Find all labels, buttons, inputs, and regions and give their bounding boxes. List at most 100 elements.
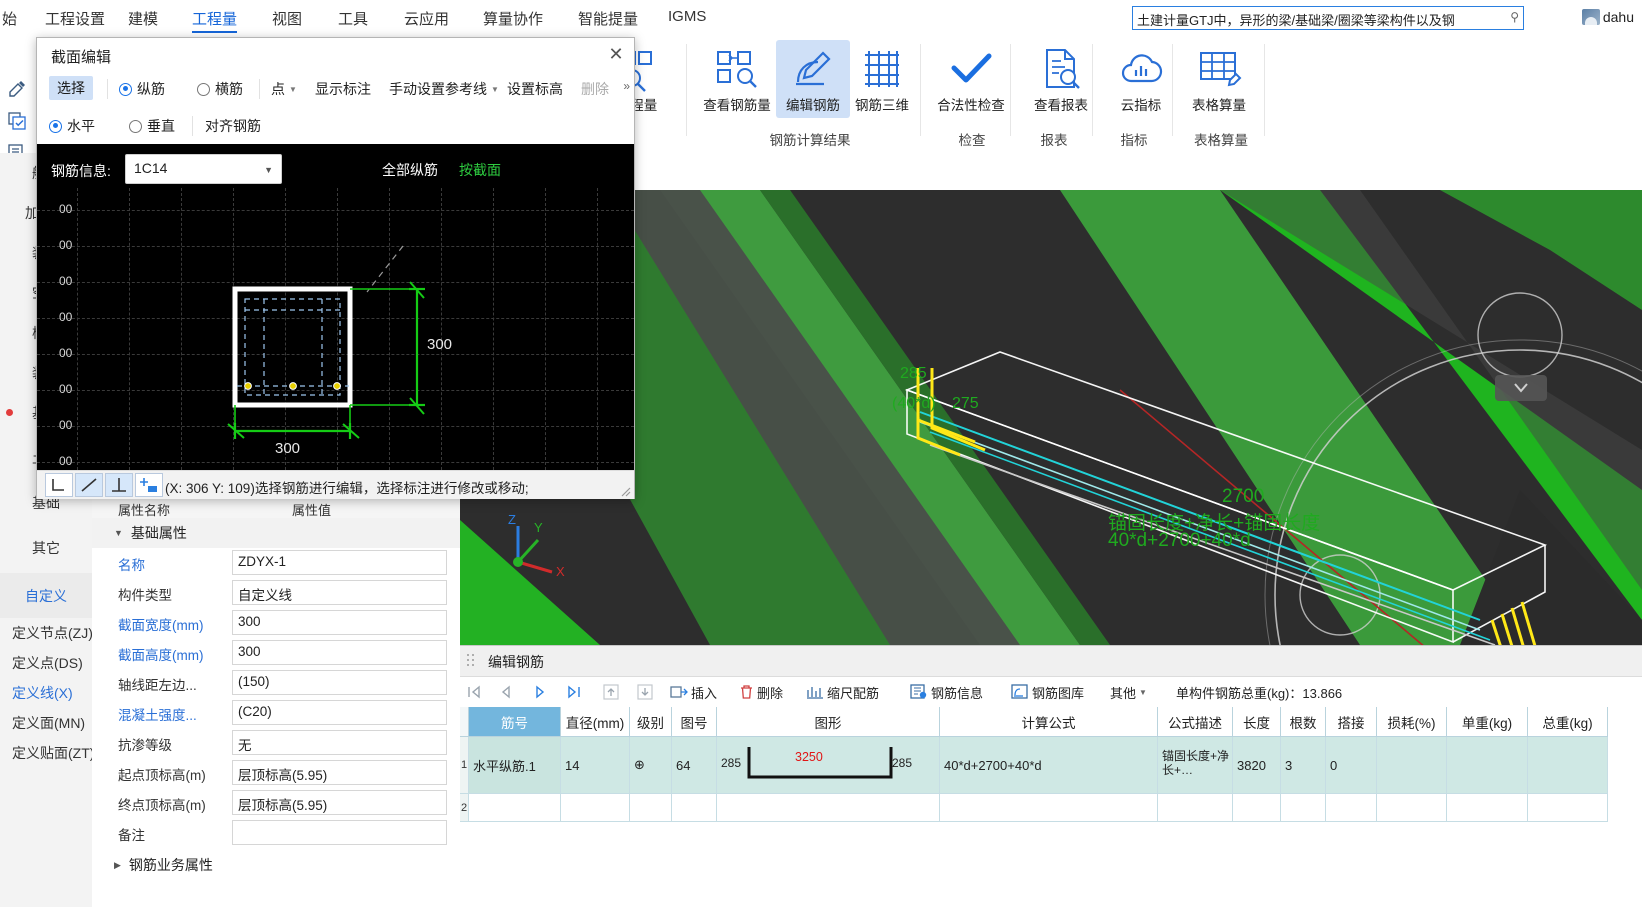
by-section-link[interactable]: 按截面 xyxy=(459,160,501,180)
menu-item-2[interactable]: 建模 xyxy=(128,8,158,29)
ortho-icon[interactable] xyxy=(45,473,73,497)
table-header-1[interactable]: 直径(mm) xyxy=(561,707,630,737)
user-account[interactable]: dahu xyxy=(1581,6,1634,28)
sidebar-item-define-overlay[interactable]: 定义贴面(ZT) xyxy=(0,738,94,768)
menu-item-6[interactable]: 云应用 xyxy=(404,8,449,29)
select-tool-button[interactable]: 选择 xyxy=(49,76,93,100)
snap-icon[interactable] xyxy=(135,473,163,497)
radio-horizontal[interactable]: 水平 xyxy=(49,116,95,136)
property-value-component-type[interactable]: 自定义线 xyxy=(232,580,447,605)
menu-item-8[interactable]: 智能提量 xyxy=(578,8,638,29)
rebar-library-button[interactable]: 钢筋图库 xyxy=(1011,681,1084,703)
rebar-table[interactable]: 筋号 直径(mm) 级别 图号 图形 计算公式 公式描述 长度 根数 搭接 损耗… xyxy=(460,707,1642,907)
table-cell-grade[interactable]: ⊕ xyxy=(630,737,672,794)
menu-item-7[interactable]: 算量协作 xyxy=(483,8,543,29)
close-icon[interactable]: ✕ xyxy=(604,42,628,66)
eyedropper-icon[interactable] xyxy=(6,78,28,100)
menu-item-3[interactable]: 工程量 xyxy=(192,8,238,33)
sidebar-item-define-node[interactable]: 定义节点(ZJ) xyxy=(0,618,93,648)
table-cell-empty[interactable] xyxy=(561,794,630,822)
table-cell-diameter[interactable]: 14 xyxy=(561,737,630,794)
section-canvas[interactable]: 00 00 00 00 00 00 00 00 300 300 xyxy=(37,188,634,470)
drag-grip-icon[interactable] xyxy=(467,654,476,668)
table-cell-rebar-no[interactable]: 水平纵筋.1 xyxy=(469,737,561,794)
ribbon-button-rebar-3d[interactable]: 钢筋三维 xyxy=(845,40,919,118)
table-cell-empty[interactable] xyxy=(717,794,940,822)
property-value-section-width[interactable]: 300 xyxy=(232,610,447,635)
move-down-icon[interactable] xyxy=(636,681,654,703)
property-value-section-height[interactable]: 300 xyxy=(232,640,447,665)
table-cell-formula-desc[interactable]: 锚固长度+净长+… xyxy=(1158,737,1233,794)
menu-item-5[interactable]: 工具 xyxy=(338,8,368,29)
search-icon[interactable]: ⚲ xyxy=(1510,10,1519,24)
table-cell-empty[interactable] xyxy=(1233,794,1281,822)
property-value-end-elevation[interactable]: 层顶标高(5.95) xyxy=(232,790,447,815)
scale-rebar-button[interactable]: 缩尺配筋 xyxy=(806,681,879,703)
property-value-name[interactable]: ZDYX-1 xyxy=(232,550,447,575)
table-header-8[interactable]: 根数 xyxy=(1281,707,1326,737)
table-cell-empty[interactable] xyxy=(672,794,717,822)
delete-row-button[interactable]: 删除 xyxy=(739,681,783,703)
rebar-info-button[interactable]: 钢筋信息 xyxy=(910,681,983,703)
table-cell-figure-no[interactable]: 64 xyxy=(672,737,717,794)
manual-ref-line-button[interactable]: 手动设置参考线 ▼ xyxy=(389,79,499,99)
table-cell-length[interactable]: 3820 xyxy=(1233,737,1281,794)
table-cell-empty[interactable] xyxy=(469,794,561,822)
table-cell-formula[interactable]: 40*d+2700+40*d xyxy=(940,737,1158,794)
search-input[interactable]: 土建计量GTJ中，异形的梁/基础梁/圈梁等梁构件以及钢 ⚲ xyxy=(1132,6,1524,30)
other-menu-button[interactable]: 其他 ▼ xyxy=(1110,681,1147,703)
table-cell-count[interactable]: 3 xyxy=(1281,737,1326,794)
ribbon-button-cloud-index[interactable]: 云指标 xyxy=(1104,40,1178,118)
property-group-basic[interactable]: ▼ 基础属性 xyxy=(92,518,460,548)
point-mode-dropdown[interactable]: 点 ▼ xyxy=(271,79,297,99)
table-cell-empty[interactable] xyxy=(1326,794,1377,822)
table-cell-empty[interactable] xyxy=(940,794,1158,822)
table-header-9[interactable]: 搭接 xyxy=(1326,707,1377,737)
section-edit-dialog[interactable]: 截面编辑 ✕ 选择 纵筋 横筋 点 ▼ 显示标注 手动设置参考线 ▼ 设置标高 … xyxy=(36,37,635,499)
first-page-icon[interactable] xyxy=(466,681,482,703)
property-value-axis-offset[interactable]: (150) xyxy=(232,670,447,695)
property-group-rebar[interactable]: ▶ 钢筋业务属性 xyxy=(92,850,460,880)
table-cell-empty[interactable] xyxy=(1528,794,1608,822)
property-value-impermeability[interactable]: 无 xyxy=(232,730,447,755)
table-header-2[interactable]: 级别 xyxy=(630,707,672,737)
table-cell-lap[interactable]: 0 xyxy=(1326,737,1377,794)
line-icon[interactable] xyxy=(75,473,103,497)
ribbon-button-edit-rebar[interactable]: 编辑钢筋 xyxy=(776,40,850,118)
table-cell-empty[interactable] xyxy=(1377,794,1447,822)
table-cell-unit-weight[interactable] xyxy=(1447,737,1528,794)
sidebar-group-custom[interactable]: 自定义 xyxy=(0,573,92,618)
table-cell-total-weight[interactable] xyxy=(1528,737,1608,794)
sidebar-item-9[interactable]: 其它 xyxy=(0,528,92,568)
table-header-4[interactable]: 图形 xyxy=(717,707,940,737)
table-header-0[interactable]: 筋号 xyxy=(469,707,561,737)
table-header-12[interactable]: 总重(kg) xyxy=(1528,707,1608,737)
table-header-3[interactable]: 图号 xyxy=(672,707,717,737)
table-cell-empty[interactable] xyxy=(630,794,672,822)
rebar-info-select[interactable]: 1C14 ▼ xyxy=(125,154,282,184)
resize-grip-icon[interactable] xyxy=(619,485,631,497)
radio-longitudinal-rebar[interactable]: 纵筋 xyxy=(119,79,165,99)
menu-item-0[interactable]: 始 xyxy=(2,8,17,29)
table-cell-empty[interactable] xyxy=(1447,794,1528,822)
property-value-start-elevation[interactable]: 层顶标高(5.95) xyxy=(232,760,447,785)
property-value-remark[interactable] xyxy=(232,820,447,845)
insert-row-button[interactable]: 插入 xyxy=(670,681,717,703)
expand-more-icon[interactable]: » xyxy=(623,79,630,93)
table-cell-empty[interactable] xyxy=(1158,794,1233,822)
menu-item-1[interactable]: 工程设置 xyxy=(45,8,105,29)
table-cell-loss[interactable] xyxy=(1377,737,1447,794)
radio-vertical[interactable]: 垂直 xyxy=(129,116,175,136)
set-elevation-button[interactable]: 设置标高 xyxy=(507,79,563,99)
table-cell-shape[interactable]: 285 285 3250 xyxy=(717,737,940,794)
table-header-11[interactable]: 单重(kg) xyxy=(1447,707,1528,737)
show-annotation-button[interactable]: 显示标注 xyxy=(315,79,371,99)
move-up-icon[interactable] xyxy=(602,681,620,703)
sidebar-item-define-face[interactable]: 定义面(MN) xyxy=(0,708,92,738)
next-page-icon[interactable] xyxy=(532,681,548,703)
radio-transverse-rebar[interactable]: 横筋 xyxy=(197,79,243,99)
last-page-icon[interactable] xyxy=(566,681,582,703)
copy-check-icon[interactable] xyxy=(6,110,28,132)
ribbon-button-validity-check[interactable]: 合法性检查 xyxy=(934,40,1008,118)
align-rebar-button[interactable]: 对齐钢筋 xyxy=(205,116,261,136)
